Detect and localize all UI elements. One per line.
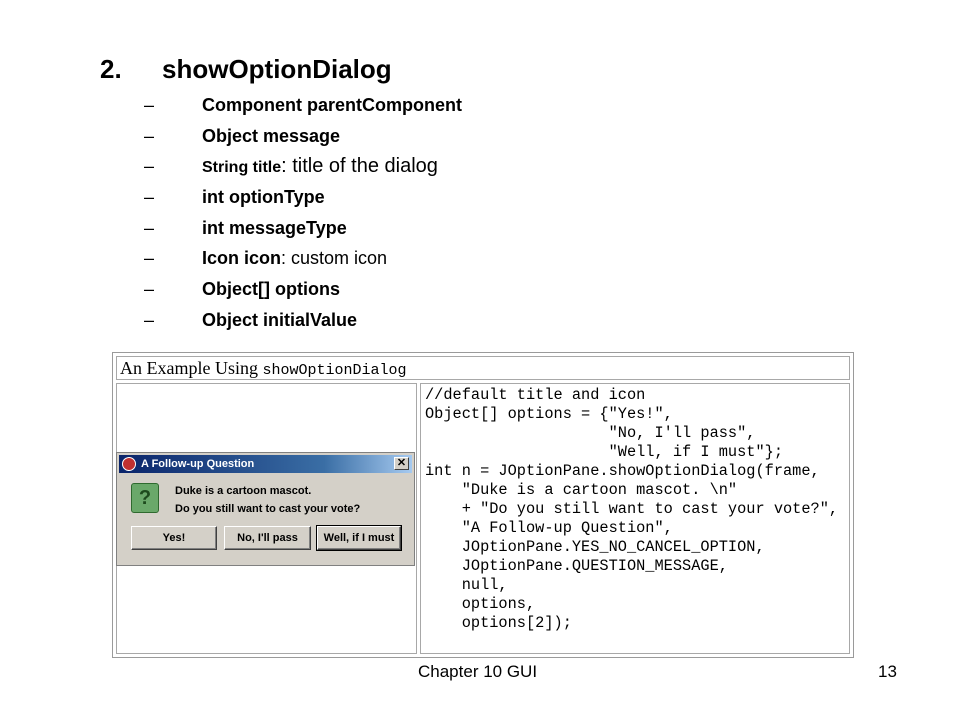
param-name: Icon icon — [202, 248, 282, 269]
dash: – — [144, 156, 155, 177]
list-item: – Object initialValue — [144, 307, 462, 338]
list-item: – int optionType — [144, 184, 462, 215]
well-if-i-must-button[interactable]: Well, if I must — [316, 525, 402, 551]
param-name: int optionType — [202, 187, 325, 208]
slide-heading: 2. showOptionDialog — [100, 54, 392, 85]
footer-chapter: Chapter 10 GUI — [418, 662, 538, 681]
param-name: String title — [202, 159, 282, 177]
param-name: Component parentComponent — [202, 95, 462, 115]
java-cup-icon — [122, 457, 136, 471]
list-item: – Object[] options — [144, 276, 462, 307]
dash: – — [144, 279, 155, 300]
page-number: 13 — [878, 662, 897, 681]
param-desc: : custom icon — [281, 248, 388, 269]
example-title-text: An Example Using — [120, 358, 263, 378]
close-button[interactable]: ✕ — [394, 457, 409, 470]
question-icon: ? — [131, 483, 159, 513]
dash: – — [144, 217, 155, 238]
code-cell: //default title and icon Object[] option… — [420, 383, 850, 654]
list-item: – Icon icon: custom icon — [144, 245, 462, 276]
dialog-message-line2: Do you still want to cast your vote? — [175, 503, 361, 515]
list-item: – Component parentComponent — [144, 92, 462, 123]
dash: – — [144, 248, 155, 269]
option-dialog: A Follow-up Question ✕ ? Duke is a carto… — [116, 452, 415, 566]
param-name: Object initialValue — [202, 309, 358, 330]
param-desc: : title of the dialog — [281, 155, 438, 178]
example-title: An Example Using showOptionDialog — [116, 356, 850, 380]
list-item: – String title: title of the dialog — [144, 153, 462, 184]
param-name: Object[] options — [202, 279, 340, 300]
list-item: – Object message — [144, 123, 462, 154]
param-name: Object message — [202, 125, 341, 146]
dash: – — [144, 187, 155, 208]
yes-button[interactable]: Yes! — [131, 526, 217, 550]
example-title-code: showOptionDialog — [262, 362, 407, 379]
list-item: – int messageType — [144, 215, 462, 246]
param-name: int messageType — [202, 217, 347, 238]
dash: – — [144, 95, 155, 115]
no-button[interactable]: No, I'll pass — [224, 526, 311, 550]
dash: – — [144, 309, 155, 330]
dash: – — [144, 125, 155, 146]
dialog-title: A Follow-up Question — [141, 458, 255, 470]
dialog-message-line1: Duke is a cartoon mascot. — [175, 485, 312, 497]
parameter-list: – Component parentComponent – Object messa… — [144, 92, 462, 338]
heading-text: showOptionDialog — [162, 54, 392, 84]
heading-number: 2. — [100, 54, 122, 84]
code-block: //default title and icon Object[] option… — [425, 386, 839, 632]
dialog-title-bar[interactable]: A Follow-up Question ✕ — [119, 455, 412, 473]
